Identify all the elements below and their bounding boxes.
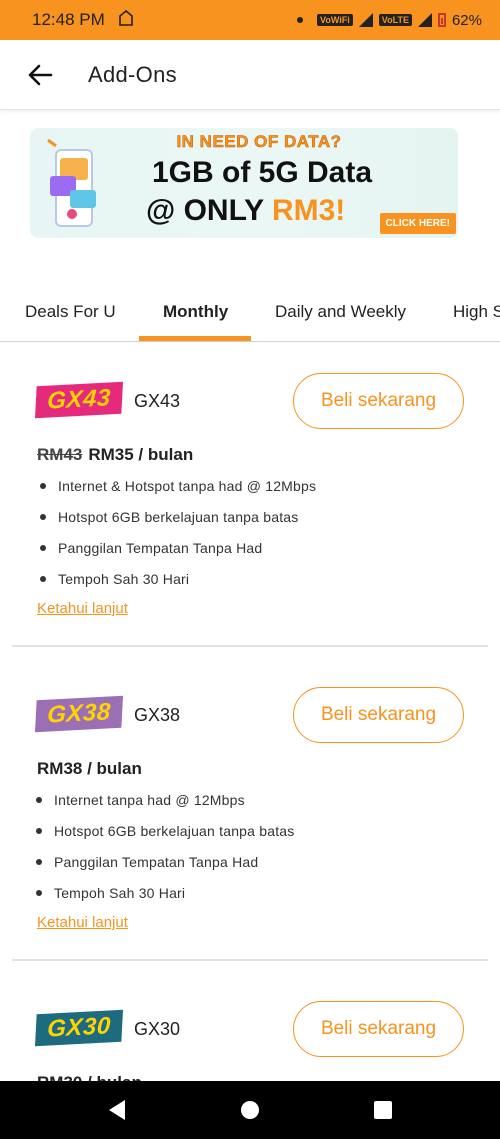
promo-banner[interactable]: IN NEED OF DATA? 1GB of 5G Data @ ONLY R…: [30, 128, 458, 238]
feature-item: Hotspot 6GB berkelajuan tanpa batas: [40, 501, 316, 532]
banner-line2-price: RM3!: [271, 194, 346, 227]
back-button[interactable]: [20, 55, 60, 95]
learn-more-link[interactable]: Ketahui lanjut: [37, 600, 128, 617]
banner-cta-button[interactable]: CLICK HERE!: [379, 213, 456, 234]
plan-divider: [12, 959, 488, 961]
plan-old-price: RM43: [37, 445, 83, 464]
app-bar: Add-Ons: [0, 40, 500, 110]
vowifi-badge: VoWiFi: [317, 14, 353, 26]
signal-icon-2: [417, 13, 432, 27]
feature-item: Panggilan Tempatan Tanpa Had: [36, 846, 295, 877]
circle-home-icon: [240, 1101, 259, 1119]
tab-monthly[interactable]: Monthly: [163, 302, 228, 322]
feature-item: Internet tanpa had @ 12Mbps: [36, 784, 295, 815]
plan-price: RM38 / bulan: [37, 759, 142, 778]
arrow-left-icon: [28, 64, 53, 85]
nav-back-button[interactable]: [97, 1090, 137, 1130]
volte-badge: VoLTE: [378, 14, 412, 26]
system-nav-bar: [0, 1081, 500, 1139]
banner-line2-prefix: @ ONLY: [146, 194, 272, 227]
square-recents-icon: [374, 1101, 393, 1119]
feature-item: Hotspot 6GB berkelajuan tanpa batas: [36, 815, 295, 846]
plan-price: RM43 RM35 / bulan: [37, 445, 193, 465]
plan-logo: GX30: [34, 1009, 124, 1047]
nav-home-button[interactable]: [230, 1090, 270, 1130]
plan-code: GX38: [134, 705, 181, 725]
plan-divider: [12, 645, 488, 647]
active-tab-indicator: [139, 336, 251, 341]
plan-features: Internet & Hotspot tanpa had @ 12Mbps Ho…: [40, 470, 316, 594]
feature-item: Panggilan Tempatan Tanpa Had: [40, 532, 316, 563]
plan-logo: GX38: [34, 695, 124, 733]
feature-item: Tempoh Sah 30 Hari: [36, 877, 295, 908]
tab-high-speed[interactable]: High S: [453, 302, 500, 322]
battery-icon: [437, 13, 446, 27]
banner-headline: IN NEED OF DATA?: [176, 132, 342, 152]
feature-item: Tempoh Sah 30 Hari: [40, 563, 316, 594]
buy-now-button[interactable]: Beli sekarang: [293, 687, 464, 743]
banner-line1: 1GB of 5G Data: [151, 156, 373, 189]
buy-now-button[interactable]: Beli sekarang: [293, 373, 464, 429]
feature-item: Internet & Hotspot tanpa had @ 12Mbps: [40, 470, 316, 501]
buy-now-button[interactable]: Beli sekarang: [293, 1001, 464, 1057]
status-indicators: VoWiFi VoLTE 62%: [297, 12, 482, 29]
tab-deals-for-u[interactable]: Deals For U: [25, 302, 116, 322]
triangle-back-icon: [108, 1100, 125, 1120]
learn-more-link[interactable]: Ketahui lanjut: [37, 914, 128, 931]
signal-icon: [358, 13, 373, 27]
status-bar: 12:48 PM VoWiFi VoLTE 62%: [0, 0, 500, 40]
notification-dot-icon: [297, 17, 304, 23]
banner-line2: @ ONLY RM3!: [146, 194, 345, 228]
category-tabs: Deals For U Monthly Daily and Weekly Hig…: [0, 292, 500, 342]
page-title: Add-Ons: [88, 61, 177, 87]
battery-percent: 62%: [451, 11, 482, 29]
plan-features: Internet tanpa had @ 12Mbps Hotspot 6GB …: [36, 784, 295, 908]
plan-code: GX30: [134, 1019, 181, 1039]
nav-recents-button[interactable]: [363, 1090, 403, 1130]
home-icon: [118, 9, 133, 31]
tab-daily-weekly[interactable]: Daily and Weekly: [275, 302, 406, 322]
plan-code: GX43: [134, 391, 181, 411]
plan-new-price: RM35 / bulan: [88, 445, 194, 464]
plan-logo: GX43: [34, 381, 124, 419]
status-time: 12:48 PM: [32, 10, 105, 29]
